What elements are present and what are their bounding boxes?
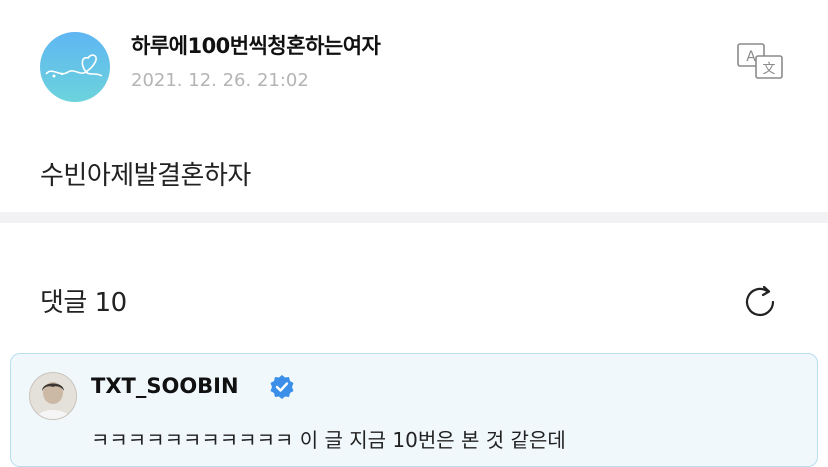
person-photo-icon — [30, 373, 76, 419]
post-date: 2021. 12. 26. 21:02 — [131, 70, 309, 91]
translate-button[interactable]: A 文 — [736, 42, 786, 82]
post-header: 하루에100번씩청혼하는여자 2021. 12. 26. 21:02 A 文 — [40, 28, 800, 104]
comments-count-header: 댓글 10 — [40, 288, 127, 318]
svg-text:A: A — [746, 49, 756, 65]
svg-text:文: 文 — [762, 62, 775, 77]
translate-icon: A 文 — [737, 43, 783, 79]
author-avatar[interactable] — [40, 32, 110, 102]
refresh-icon — [745, 285, 775, 317]
section-divider — [0, 212, 828, 223]
heart-doodle-icon — [45, 54, 103, 78]
commenter-avatar[interactable] — [29, 372, 77, 420]
comment-item: TXT_SOOBIN ㅋㅋㅋㅋㅋㅋㅋㅋㅋㅋㅋ 이 글 지금 10번은 본 것 같… — [10, 353, 818, 467]
post-body-text: 수빈아제발결혼하자 — [40, 161, 251, 191]
verified-badge-icon — [270, 375, 294, 399]
comment-text: ㅋㅋㅋㅋㅋㅋㅋㅋㅋㅋㅋ 이 글 지금 10번은 본 것 같은데 — [91, 428, 566, 452]
post-author-name[interactable]: 하루에100번씩청혼하는여자 — [131, 30, 381, 60]
refresh-comments-button[interactable] — [740, 282, 780, 322]
commenter-name[interactable]: TXT_SOOBIN — [91, 374, 239, 398]
